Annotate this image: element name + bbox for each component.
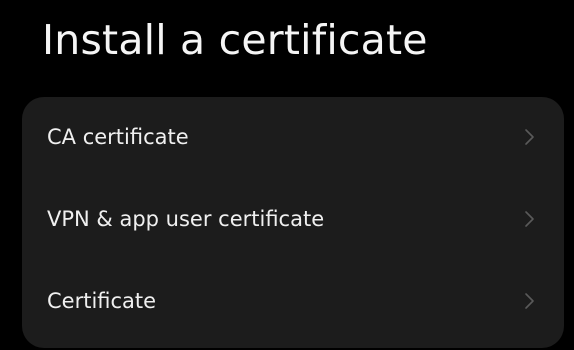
page-title: Install a certificate [42,16,428,64]
list-item-ca-certificate[interactable]: CA certificate [22,97,564,177]
list-item-certificate[interactable]: Certificate [22,261,564,341]
list-item-label: CA certificate [47,125,189,149]
certificate-options-card: CA certificate VPN & app user certificat… [22,97,564,348]
chevron-right-icon [522,209,536,229]
list-item-vpn-app-user-certificate[interactable]: VPN & app user certificate [22,179,564,259]
list-item-label: VPN & app user certificate [47,207,325,231]
list-item-label: Certificate [47,289,157,313]
chevron-right-icon [522,291,536,311]
chevron-right-icon [522,127,536,147]
